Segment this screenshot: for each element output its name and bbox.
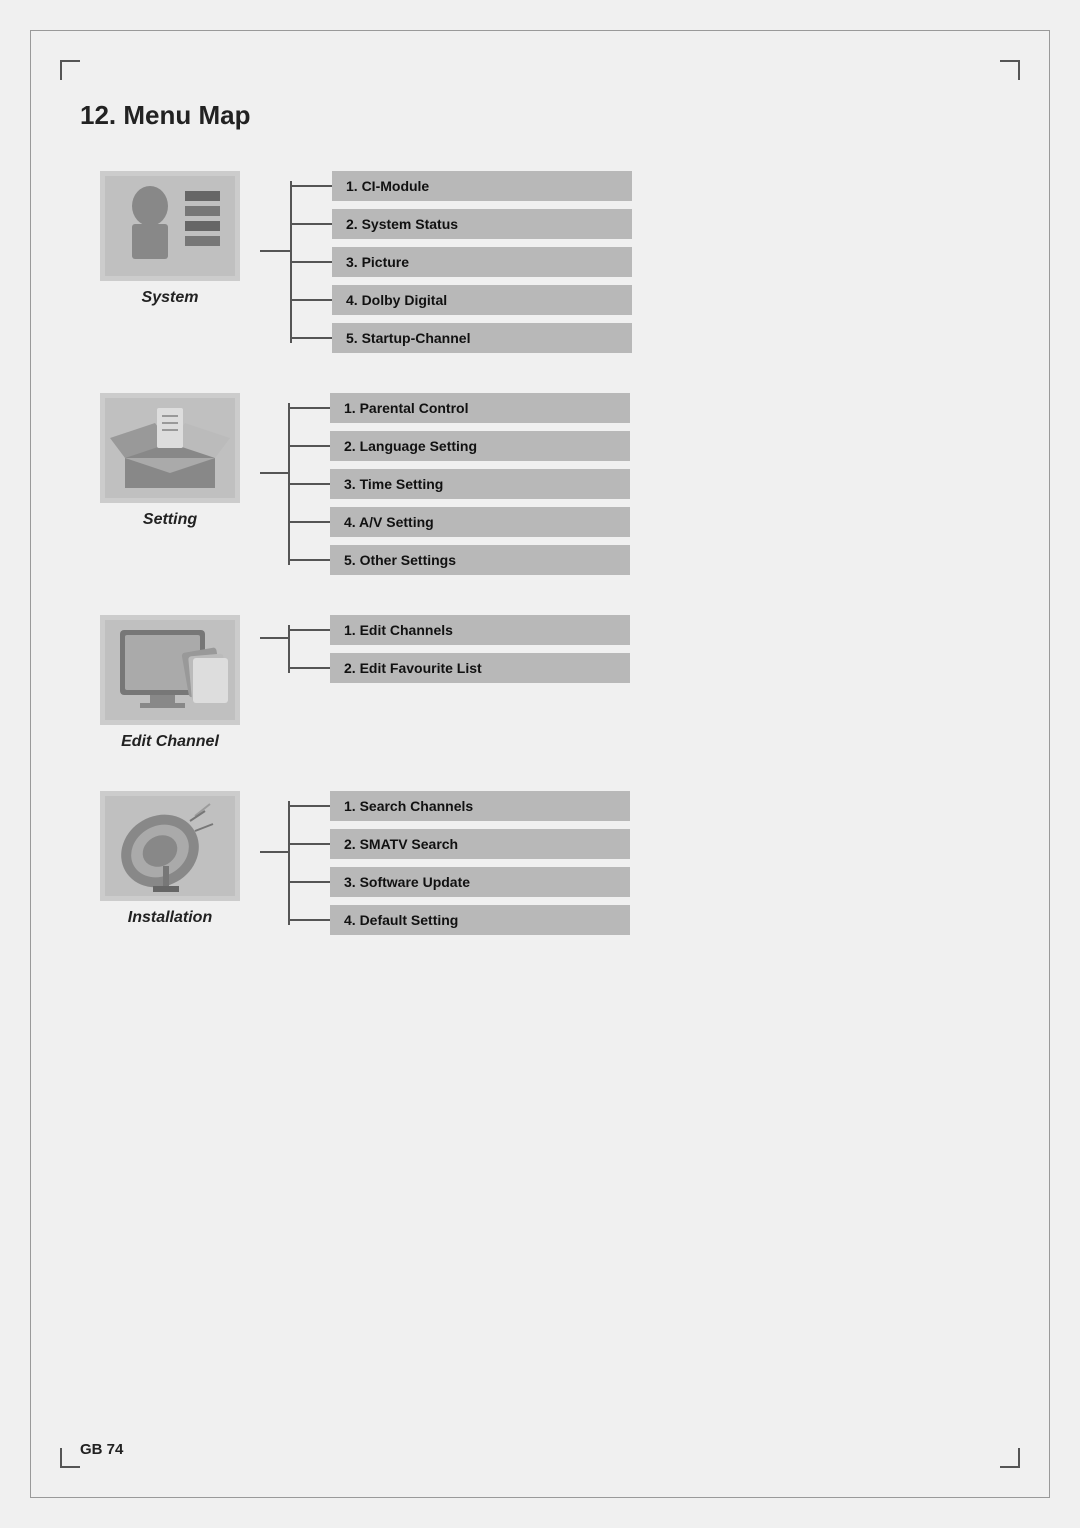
menu-map-container: System bbox=[80, 171, 1000, 935]
system-label: System bbox=[142, 289, 199, 307]
system-item-1: 1. CI-Module bbox=[292, 171, 1000, 201]
system-item-5: 5. Startup-Channel bbox=[292, 323, 1000, 353]
installation-connector: 1. Search Channels 2. SMATV Search bbox=[260, 791, 1000, 935]
editchannel-connector: 1. Edit Channels 2. Edit Favourite List bbox=[260, 615, 1000, 683]
setting-icon-svg bbox=[105, 398, 235, 498]
setting-item-3: 3. Time Setting bbox=[290, 469, 1000, 499]
setting-item-2: 2. Language Setting bbox=[290, 431, 1000, 461]
installation-icon-svg bbox=[105, 796, 235, 896]
setting-item-1: 1. Parental Control bbox=[290, 393, 1000, 423]
corner-mark-tl bbox=[60, 60, 80, 80]
page-footer: GB 74 bbox=[80, 1441, 123, 1458]
installation-item-2: 2. SMATV Search bbox=[290, 829, 1000, 859]
installation-item-3: 3. Software Update bbox=[290, 867, 1000, 897]
setting-section: Setting 1. Parental Control bbox=[80, 393, 1000, 575]
corner-mark-tr bbox=[1000, 60, 1020, 80]
page-title: 12. Menu Map bbox=[80, 100, 1000, 131]
setting-item-box-2: 2. Language Setting bbox=[330, 431, 630, 461]
system-icon-svg bbox=[105, 176, 235, 276]
system-item-box-2: 2. System Status bbox=[332, 209, 632, 239]
installation-item-4: 4. Default Setting bbox=[290, 905, 1000, 935]
setting-item-box-3: 3. Time Setting bbox=[330, 469, 630, 499]
corner-mark-bl bbox=[60, 1448, 80, 1468]
editchannel-item-box-2: 2. Edit Favourite List bbox=[330, 653, 630, 683]
editchannel-item-2: 2. Edit Favourite List bbox=[290, 653, 1000, 683]
system-item-3: 3. Picture bbox=[292, 247, 1000, 277]
system-section: System bbox=[80, 171, 1000, 353]
installation-item-box-4: 4. Default Setting bbox=[330, 905, 630, 935]
setting-item-box-4: 4. A/V Setting bbox=[330, 507, 630, 537]
installation-item-1: 1. Search Channels bbox=[290, 791, 1000, 821]
system-icon bbox=[100, 171, 240, 281]
editchannel-icon bbox=[100, 615, 240, 725]
setting-item-5: 5. Other Settings bbox=[290, 545, 1000, 575]
setting-item-box-5: 5. Other Settings bbox=[330, 545, 630, 575]
installation-icon bbox=[100, 791, 240, 901]
setting-item-box-1: 1. Parental Control bbox=[330, 393, 630, 423]
system-item-box-4: 4. Dolby Digital bbox=[332, 285, 632, 315]
editchannel-item-box-1: 1. Edit Channels bbox=[330, 615, 630, 645]
system-connector: 1. CI-Module 2. System Status bbox=[260, 171, 1000, 353]
setting-icon-group: Setting bbox=[80, 393, 260, 529]
system-item-box-3: 3. Picture bbox=[332, 247, 632, 277]
system-icon-group: System bbox=[80, 171, 260, 307]
setting-connector: 1. Parental Control 2. Language Setting bbox=[260, 393, 1000, 575]
installation-item-box-1: 1. Search Channels bbox=[330, 791, 630, 821]
installation-icon-group: Installation bbox=[80, 791, 260, 927]
setting-label: Setting bbox=[143, 511, 197, 529]
editchannel-item-1: 1. Edit Channels bbox=[290, 615, 1000, 645]
system-item-box-1: 1. CI-Module bbox=[332, 171, 632, 201]
installation-label: Installation bbox=[128, 909, 212, 927]
system-item-2: 2. System Status bbox=[292, 209, 1000, 239]
installation-section: Installation 1. Search Channels bbox=[80, 791, 1000, 935]
editchannel-label: Edit Channel bbox=[121, 733, 219, 751]
corner-mark-br bbox=[1000, 1448, 1020, 1468]
editchannel-icon-svg bbox=[105, 620, 235, 720]
system-item-box-5: 5. Startup-Channel bbox=[332, 323, 632, 353]
installation-item-box-2: 2. SMATV Search bbox=[330, 829, 630, 859]
installation-item-box-3: 3. Software Update bbox=[330, 867, 630, 897]
editchannel-icon-group: Edit Channel bbox=[80, 615, 260, 751]
system-item-4: 4. Dolby Digital bbox=[292, 285, 1000, 315]
setting-icon bbox=[100, 393, 240, 503]
editchannel-section: Edit Channel 1. Edit Channels bbox=[80, 615, 1000, 751]
setting-item-4: 4. A/V Setting bbox=[290, 507, 1000, 537]
